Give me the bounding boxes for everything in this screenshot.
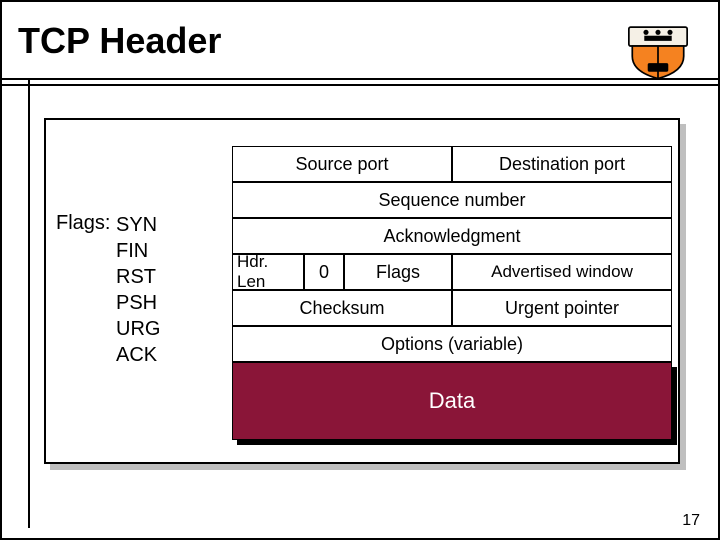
field-acknowledgment: Acknowledgment [232, 218, 672, 254]
field-checksum: Checksum [232, 290, 452, 326]
field-urgent-pointer: Urgent pointer [452, 290, 672, 326]
field-data: Data [232, 362, 672, 440]
page-number: 17 [682, 512, 700, 530]
flag-item: ACK [116, 342, 160, 368]
slide-title: TCP Header [18, 20, 221, 62]
field-options: Options (variable) [232, 326, 672, 362]
title-underline [2, 78, 718, 80]
field-flags: Flags [344, 254, 452, 290]
field-advertised-window: Advertised window [452, 254, 672, 290]
field-source-port: Source port [232, 146, 452, 182]
flags-list: SYN FIN RST PSH URG ACK [116, 212, 160, 368]
field-header-length: Hdr. Len [232, 254, 304, 290]
field-sequence-number: Sequence number [232, 182, 672, 218]
field-destination-port: Destination port [452, 146, 672, 182]
title-underline-secondary [2, 84, 718, 86]
left-vertical-rule [28, 78, 30, 528]
flag-item: FIN [116, 238, 160, 264]
diagram-panel: Flags: SYN FIN RST PSH URG ACK Source po… [44, 118, 680, 464]
flag-item: RST [116, 264, 160, 290]
flag-item: PSH [116, 290, 160, 316]
slide: TCP Header Flags: SYN FIN RST PSH URG AC… [0, 0, 720, 540]
flag-item: SYN [116, 212, 160, 238]
field-reserved: 0 [304, 254, 344, 290]
university-shield-icon [622, 22, 694, 82]
flag-item: URG [116, 316, 160, 342]
tcp-header-diagram: Source port Destination port Sequence nu… [232, 146, 672, 362]
flags-label: Flags: [56, 212, 110, 235]
